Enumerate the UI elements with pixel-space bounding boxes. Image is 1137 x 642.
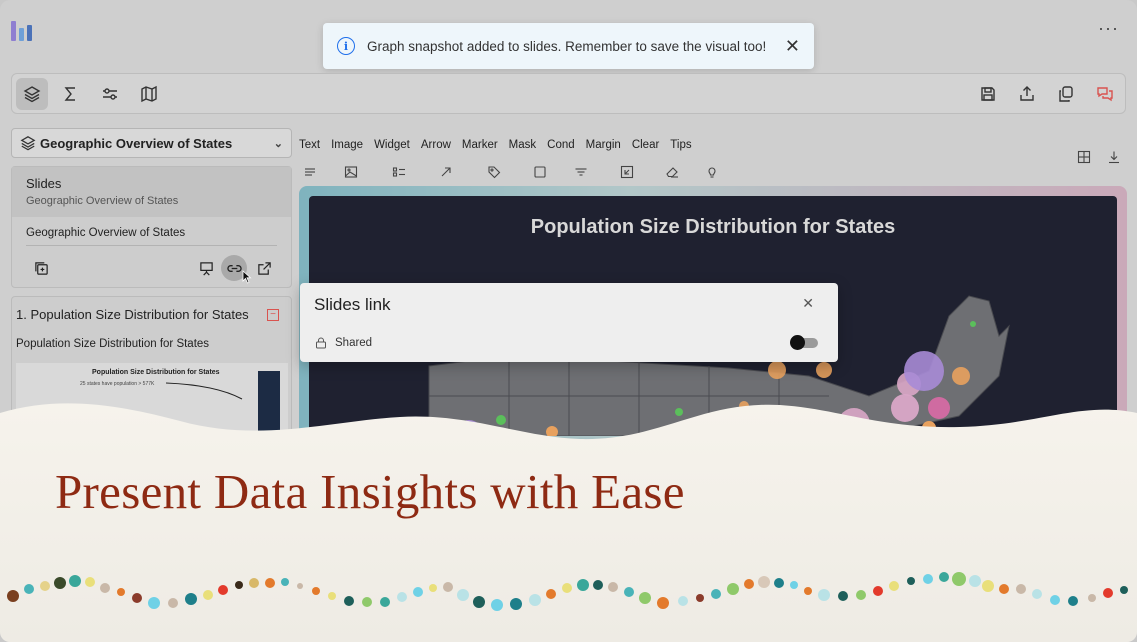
slides-card-title: Slides [26,176,62,191]
palette-label-margin[interactable]: Margin [586,139,621,151]
sliders-icon [103,88,117,100]
palette-label-tips[interactable]: Tips [670,139,691,151]
sidebar: Geographic Overview of States ⌄ Slides G… [11,128,292,436]
eraser-icon[interactable] [665,165,679,179]
tag-icon[interactable] [487,165,501,179]
layers-icon [23,86,41,103]
present-button[interactable] [193,255,219,281]
share-label: Shared [335,337,373,349]
map-bubble [970,321,976,327]
slides-card-subtitle: Geographic Overview of States [26,195,179,207]
mouse-cursor-icon [242,270,252,284]
dashboard-select-value: Geographic Overview of States [40,135,233,151]
slide-chart-title: 1. Population Size Distribution for Stat… [16,307,249,322]
palette-labels: Text Image Widget Arrow Marker Mask Cond Margin… [299,139,703,151]
copy-icon [1059,86,1073,102]
app-window: ··· i Graph snapshot added to slides. Re… [0,0,1137,642]
share-toggle[interactable] [790,335,818,350]
grid-icon[interactable] [1077,150,1091,164]
remove-icon[interactable]: − [267,309,279,321]
toast-message: Graph snapshot added to slides. Remember… [367,38,767,54]
palette-label-cond[interactable]: Cond [547,139,575,151]
link-icon [226,264,242,272]
map-bubble [816,362,832,378]
widget-icon[interactable] [392,165,406,179]
toast-close-icon[interactable]: ✕ [785,36,800,57]
palette-label-image[interactable]: Image [331,139,363,151]
dashboard-select[interactable]: Geographic Overview of States ⌄ [11,128,292,158]
toggle-knob [790,335,805,350]
comments-button[interactable] [1089,78,1121,110]
condition-icon[interactable] [574,165,588,179]
add-copy-icon [34,261,48,275]
sigma-button[interactable] [55,78,87,110]
dialog-title: Slides link [314,295,391,314]
open-external-button[interactable] [251,255,277,281]
palette-icons [299,165,739,181]
app-logo-icon [11,21,32,41]
divider [26,245,277,246]
palette-label-widget[interactable]: Widget [374,139,410,151]
headline: Present Data Insights with Ease [55,464,685,519]
upload-icon [1020,86,1034,101]
slide-item[interactable]: Geographic Overview of States [12,217,291,239]
slides-link-dialog: Slides link ✕ Shared [300,283,838,362]
main-toolbar [11,73,1126,114]
palette-label-mask[interactable]: Mask [509,139,536,151]
arrow-icon[interactable] [439,165,453,179]
map-bubble [768,361,786,379]
snapshot-toast: i Graph snapshot added to slides. Rememb… [323,23,814,69]
palette-label-arrow[interactable]: Arrow [421,139,451,151]
chevron-down-icon: ⌄ [273,137,283,150]
layers-button[interactable] [16,78,48,110]
share-button[interactable] [1011,78,1043,110]
save-icon [981,87,995,101]
save-button[interactable] [972,78,1004,110]
dialog-close-icon[interactable]: ✕ [802,295,814,312]
palette-label-clear[interactable]: Clear [632,139,659,151]
presentation-icon [199,261,213,275]
more-options-icon[interactable]: ··· [1098,18,1119,39]
text-icon[interactable] [303,165,317,179]
insert-palette: Text Image Widget Arrow Marker Mask Cond Margin… [299,139,716,179]
info-icon: i [337,37,355,55]
map-icon [141,85,157,103]
layers-icon [20,136,36,151]
thumbnail-title: Population Size Distribution for States [92,369,220,376]
margin-icon[interactable] [620,165,634,179]
palette-label-marker[interactable]: Marker [462,139,498,151]
sigma-icon [64,87,75,101]
image-icon[interactable] [344,165,358,179]
map-bubble [904,351,944,391]
filters-button[interactable] [94,78,126,110]
lightbulb-icon[interactable] [705,165,719,179]
lock-icon [316,337,326,349]
chat-icon [1097,87,1113,102]
mask-icon[interactable] [533,165,547,179]
external-link-icon [257,261,271,275]
thumbnail-subtitle: 25 states have population > 577K [80,381,155,387]
palette-label-text[interactable]: Text [299,139,320,151]
download-icon[interactable] [1107,150,1121,164]
duplicate-button[interactable] [1050,78,1082,110]
slide-chart-subtitle: Population Size Distribution for States [16,338,210,350]
map-bubble [952,367,970,385]
add-slide-button[interactable] [28,255,54,281]
map-button[interactable] [133,78,165,110]
